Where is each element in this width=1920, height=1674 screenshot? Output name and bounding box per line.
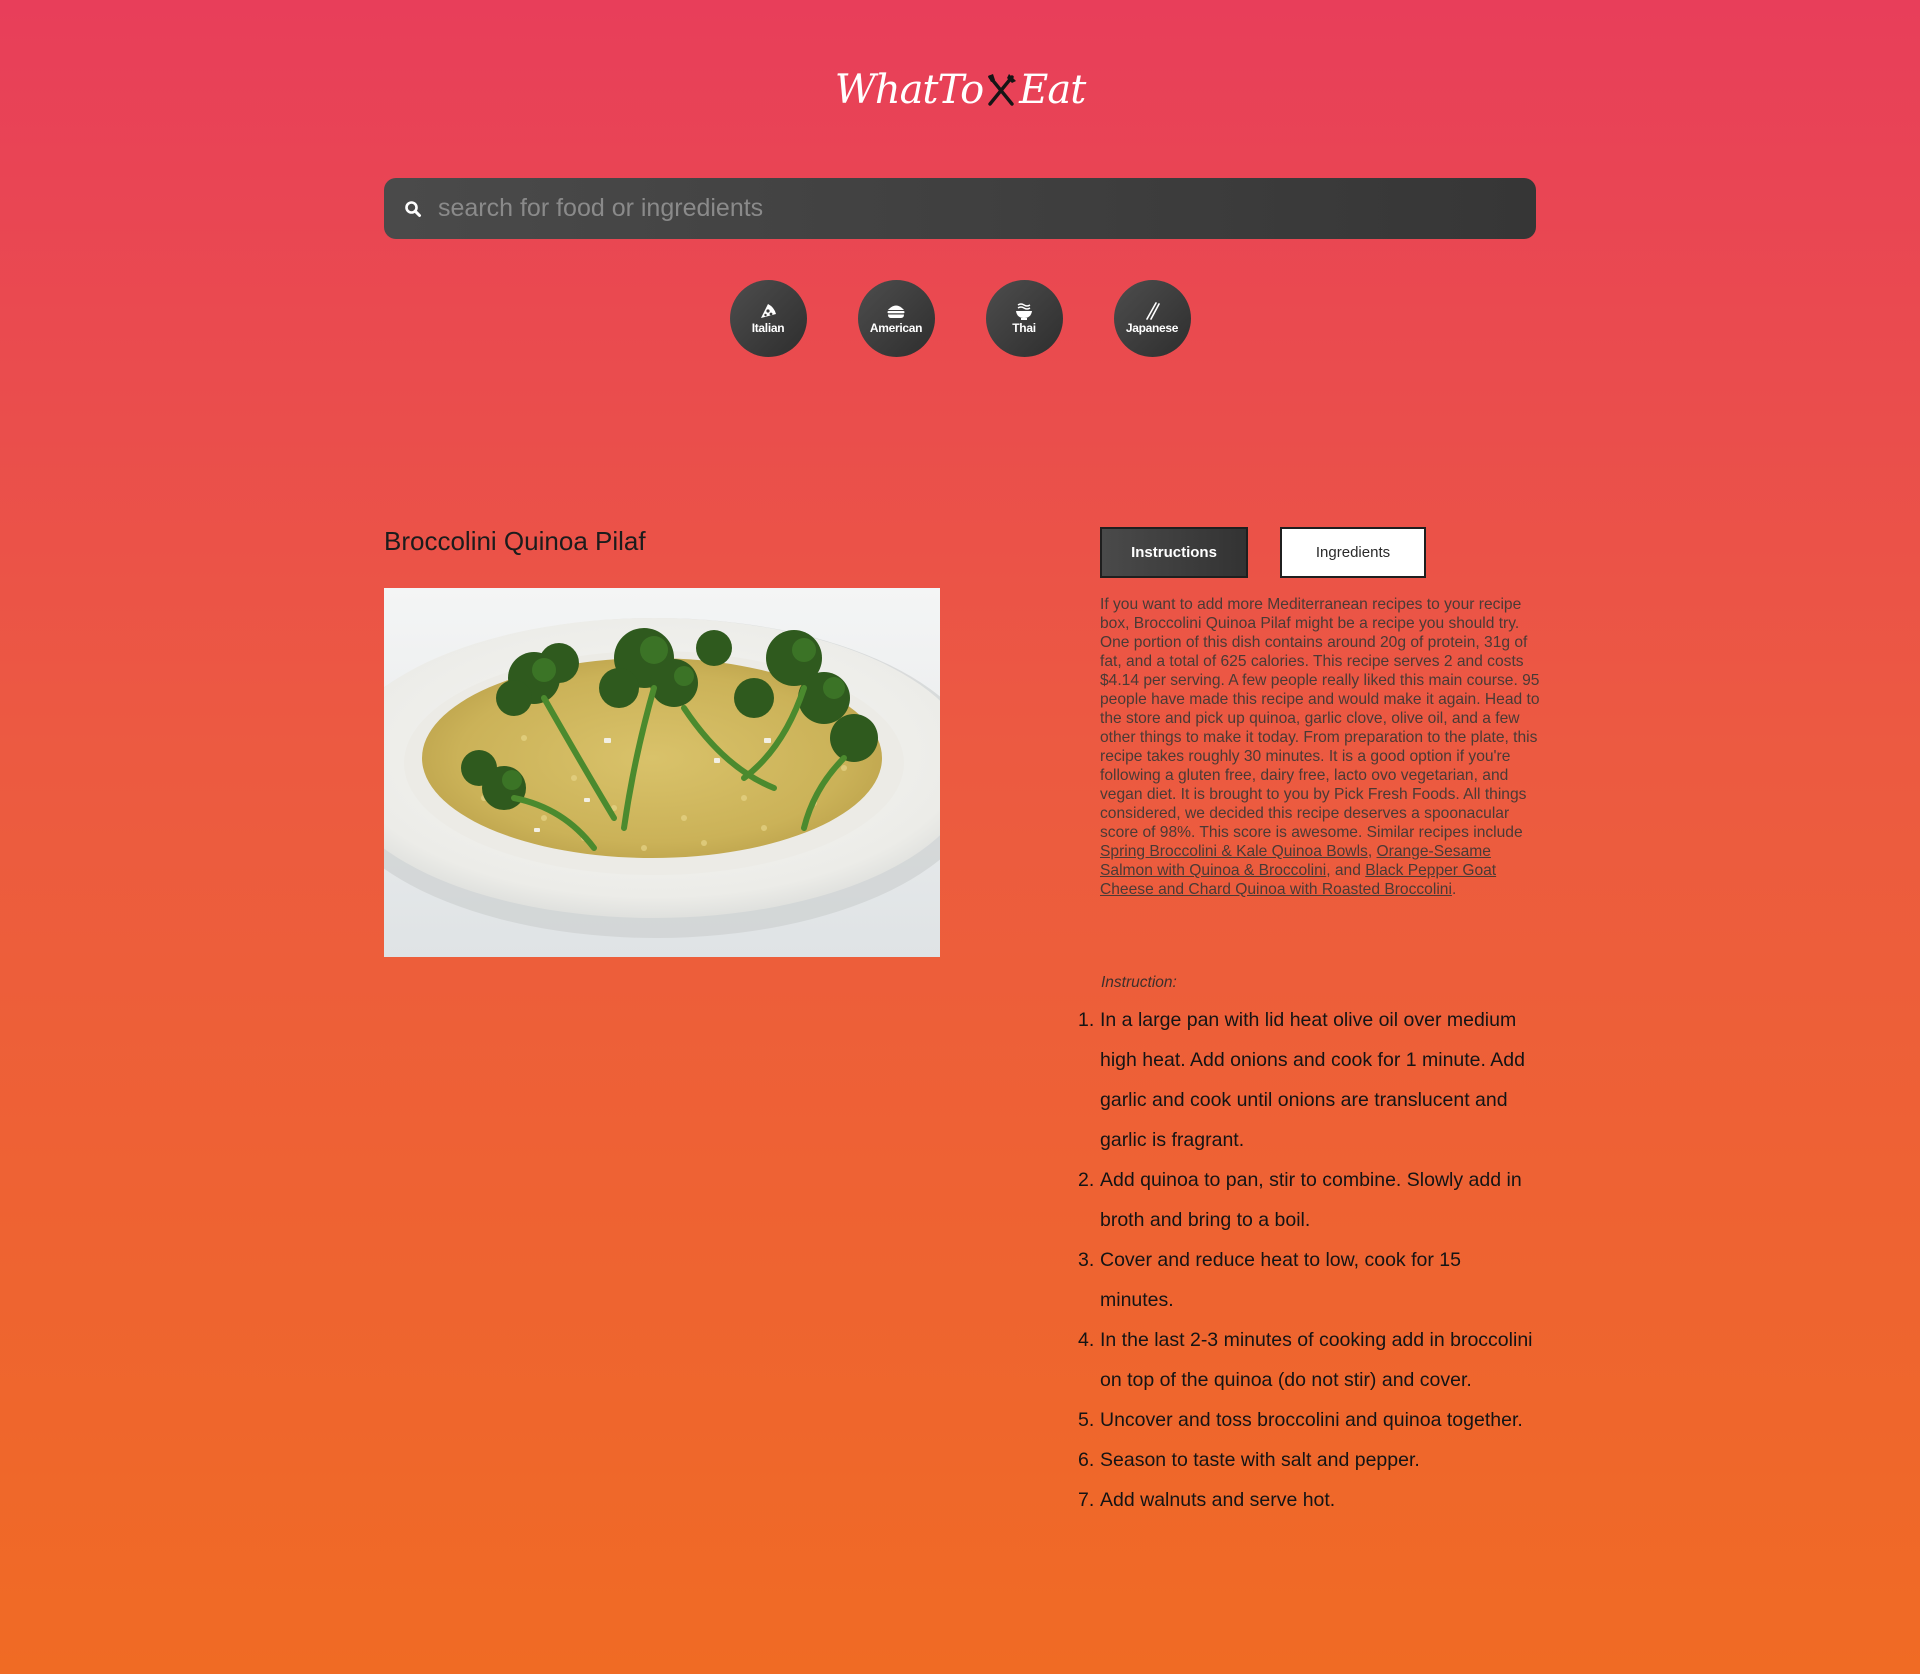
step-number: 3. [1078,1249,1095,1271]
step-number: 7. [1078,1489,1095,1511]
burger-icon [886,302,906,320]
step-text: In the last 2-3 minutes of cooking add i… [1100,1329,1533,1391]
similar-recipe-link[interactable]: Spring Broccolini & Kale Quinoa Bowls [1100,843,1368,860]
step-number: 4. [1078,1329,1095,1351]
search-icon [402,198,424,220]
step-text: Cover and reduce heat to low, cook for 1… [1100,1249,1461,1311]
tab-ingredients[interactable]: Ingredients [1280,527,1426,578]
instruction-step: 5. Uncover and toss broccolini and quinoa… [1078,1400,1540,1440]
cuisine-filters: Italian American Thai Japanese [0,280,1920,357]
instruction-step: 2. Add quinoa to pan, stir to combine. Sl… [1078,1160,1540,1240]
cuisine-button-american[interactable]: American [857,280,935,357]
tab-instructions[interactable]: Instructions [1100,527,1248,578]
step-number: 5. [1078,1409,1095,1431]
cuisine-button-italian[interactable]: Italian [729,280,807,357]
instruction-step: 6. Season to taste with salt and pepper. [1078,1440,1540,1480]
logo-text-left: WhatTo [834,67,984,113]
instruction-step: 3. Cover and reduce heat to low, cook for… [1078,1240,1540,1320]
cuisine-label: Thai [1012,321,1036,335]
search-input[interactable] [438,178,1536,239]
step-number: 1. [1078,1009,1095,1031]
cuisine-button-japanese[interactable]: Japanese [1113,280,1191,357]
chopsticks-icon [1142,302,1162,320]
noodle-bowl-icon [1014,302,1034,320]
summary-text: If you want to add more Mediterranean re… [1100,596,1540,841]
cutlery-icon [985,72,1017,108]
instruction-steps: 1. In a large pan with lid heat olive oil… [1078,1000,1540,1520]
step-number: 6. [1078,1449,1095,1471]
instruction-heading: Instruction: [1101,974,1177,991]
cuisine-label: Japanese [1125,321,1179,335]
step-text: Uncover and toss broccolini and quinoa t… [1100,1409,1523,1431]
recipe-summary: If you want to add more Mediterranean re… [1100,595,1540,899]
summary-separator: , [1367,843,1377,860]
site-logo[interactable]: WhatTo Eat [0,62,1920,118]
logo-text-right: Eat [1019,67,1086,113]
recipe-tabs: Instructions Ingredients [1100,527,1426,578]
pizza-icon [758,302,778,320]
search-bar[interactable] [384,178,1536,239]
step-number: 2. [1078,1169,1095,1191]
summary-separator: , and [1326,862,1366,879]
step-text: In a large pan with lid heat olive oil o… [1100,1009,1525,1151]
instruction-step: 7. Add walnuts and serve hot. [1078,1480,1540,1520]
cuisine-label: Italian [751,321,785,335]
recipe-title: Broccolini Quinoa Pilaf [384,526,646,556]
step-text: Add quinoa to pan, stir to combine. Slow… [1100,1169,1522,1231]
cuisine-label: American [869,321,923,335]
cuisine-button-thai[interactable]: Thai [985,280,1063,357]
step-text: Season to taste with salt and pepper. [1100,1449,1420,1471]
step-text: Add walnuts and serve hot. [1100,1489,1336,1511]
summary-end: . [1451,881,1457,898]
instruction-step: 1. In a large pan with lid heat olive oil… [1078,1000,1540,1160]
instruction-step: 4. In the last 2-3 minutes of cooking add… [1078,1320,1540,1400]
recipe-image [384,588,940,957]
